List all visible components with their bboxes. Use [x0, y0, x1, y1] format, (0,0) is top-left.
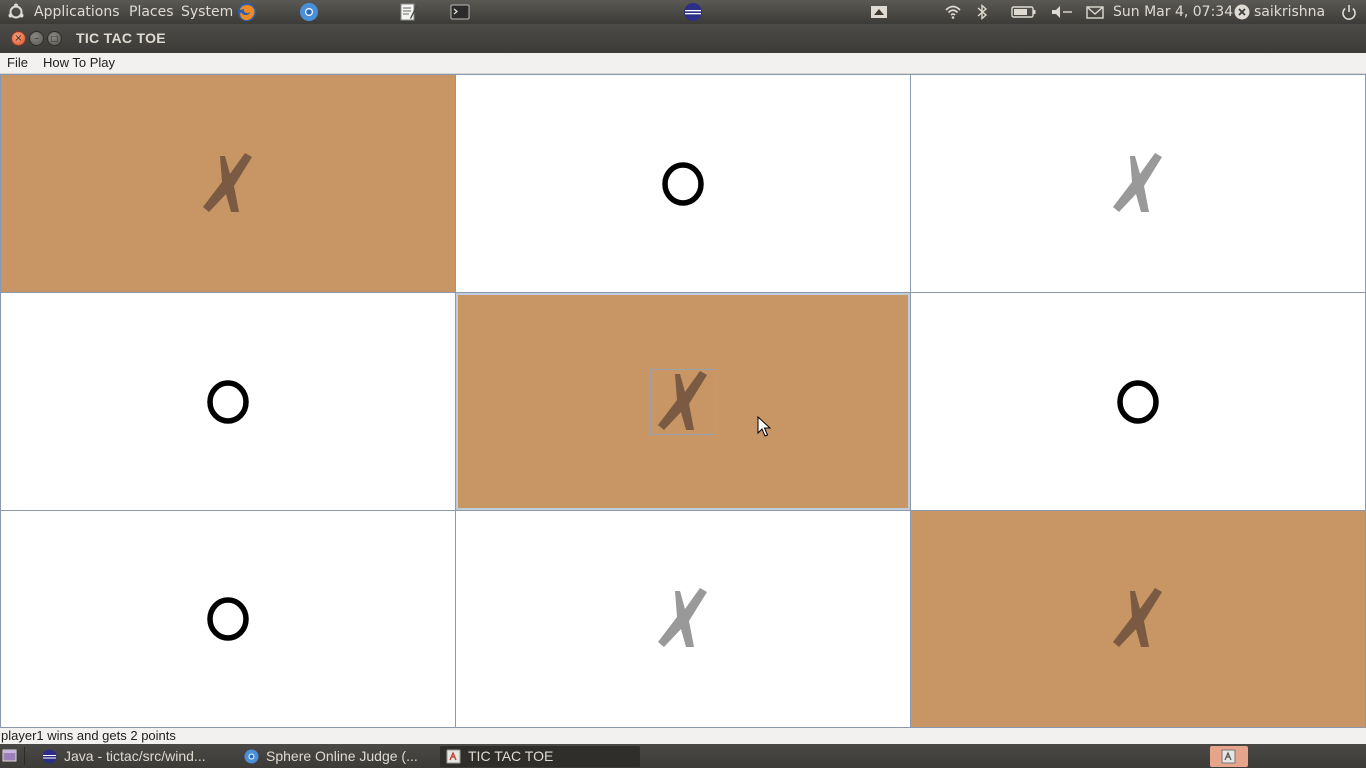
mouse-cursor-icon: [757, 416, 771, 437]
board-cell-1-2[interactable]: [455, 74, 911, 293]
system-menu[interactable]: System: [181, 0, 233, 24]
x-mark: [198, 152, 258, 216]
user-status-icon[interactable]: [1233, 3, 1251, 21]
bottom-panel: Java - tictac/src/wind... Sphere Online …: [0, 744, 1366, 768]
x-mark: [1108, 587, 1168, 651]
board-cell-1-1[interactable]: [0, 74, 456, 293]
mail-icon[interactable]: [1086, 3, 1104, 21]
status-text: player1 wins and gets 2 points: [1, 728, 176, 743]
firefox-icon[interactable]: [237, 2, 257, 22]
board-cell-3-2[interactable]: [455, 510, 911, 728]
chromium-icon: [244, 749, 259, 764]
board-cell-2-1[interactable]: [0, 292, 456, 511]
java-icon: [446, 749, 461, 764]
eclipse-icon: [42, 749, 57, 764]
terminal-icon[interactable]: [450, 2, 470, 22]
user-name[interactable]: saikrishna: [1254, 0, 1325, 24]
task-label: TIC TAC TOE: [468, 748, 554, 764]
clock[interactable]: Sun Mar 4, 07:34: [1113, 0, 1233, 24]
minimize-icon: –: [34, 33, 39, 44]
show-desktop-icon[interactable]: [2, 748, 18, 764]
game-board: [0, 74, 1366, 728]
o-mark: [653, 152, 713, 216]
focus-indicator: [650, 368, 716, 435]
menu-how-to-play[interactable]: How To Play: [43, 53, 115, 73]
ubuntu-logo-icon[interactable]: [7, 3, 25, 21]
java-icon: [1221, 749, 1236, 764]
task-sphere-online-judge[interactable]: Sphere Online Judge (...: [238, 746, 438, 767]
board-cell-2-2[interactable]: [455, 292, 911, 511]
o-mark: [198, 587, 258, 651]
power-icon[interactable]: [1340, 3, 1358, 21]
board-cell-1-3[interactable]: [910, 74, 1366, 293]
eclipse-icon[interactable]: [683, 2, 703, 22]
close-icon: ×: [14, 33, 23, 44]
task-label: Sphere Online Judge (...: [266, 748, 418, 764]
window-titlebar[interactable]: × – □ TIC TAC TOE: [0, 24, 1366, 53]
battery-icon[interactable]: [1011, 3, 1037, 21]
board-cell-3-1[interactable]: [0, 510, 456, 728]
workspace-switcher[interactable]: [1210, 746, 1248, 767]
top-panel: Applications Places System Sun Mar 4, 07…: [0, 0, 1366, 24]
x-mark: [1108, 152, 1168, 216]
status-bar: player1 wins and gets 2 points: [0, 728, 1366, 744]
task-eclipse[interactable]: Java - tictac/src/wind...: [36, 746, 232, 767]
bluetooth-icon[interactable]: [973, 3, 991, 21]
volume-icon[interactable]: [1050, 3, 1074, 21]
text-editor-icon[interactable]: [398, 2, 418, 22]
maximize-window-button[interactable]: □: [47, 31, 62, 46]
wifi-icon[interactable]: [944, 3, 962, 21]
menu-file[interactable]: File: [7, 53, 28, 73]
minimize-window-button[interactable]: –: [29, 31, 44, 46]
close-window-button[interactable]: ×: [11, 31, 26, 46]
board-cell-2-3[interactable]: [910, 292, 1366, 511]
applications-menu[interactable]: Applications: [34, 0, 120, 24]
task-tic-tac-toe[interactable]: TIC TAC TOE: [440, 746, 640, 767]
o-mark: [1108, 370, 1168, 434]
x-mark: [653, 587, 713, 651]
board-cell-3-3[interactable]: [910, 510, 1366, 728]
task-label: Java - tictac/src/wind...: [64, 748, 206, 764]
o-mark: [198, 370, 258, 434]
maximize-icon: □: [50, 34, 59, 43]
window-title: TIC TAC TOE: [76, 30, 166, 46]
taskbar-separator: [24, 747, 25, 765]
places-menu[interactable]: Places: [129, 0, 174, 24]
menubar: File How To Play: [0, 53, 1366, 74]
screen-icon[interactable]: [870, 3, 888, 21]
chromium-icon[interactable]: [299, 2, 319, 22]
